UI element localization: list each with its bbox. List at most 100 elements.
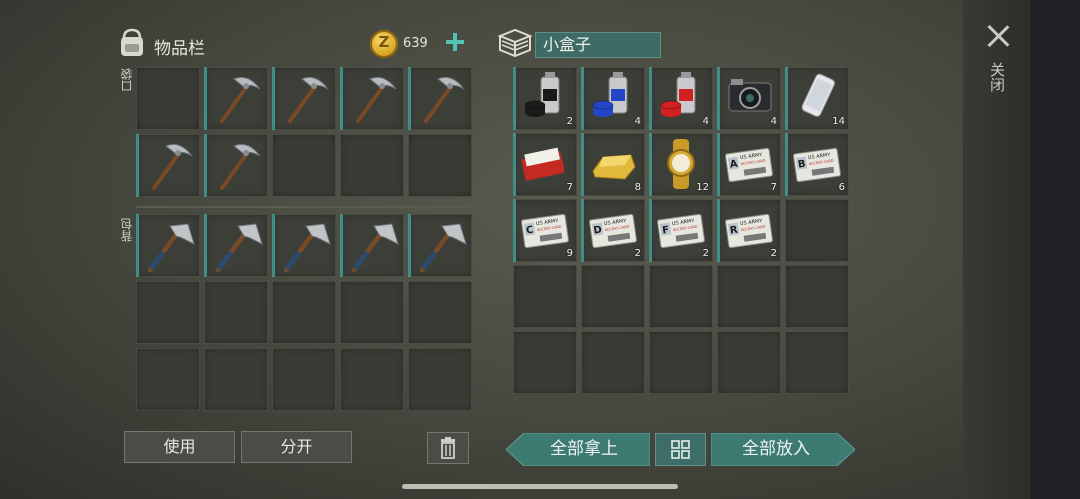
item-quantity: 2 xyxy=(634,248,641,259)
pickaxe-slot[interactable] xyxy=(340,67,404,130)
empty-slot[interactable] xyxy=(581,265,645,328)
empty-slot[interactable] xyxy=(136,67,200,130)
empty-slot[interactable] xyxy=(513,331,577,394)
id-card-slot[interactable]: C US ARMY ACCESS CARD 9 xyxy=(513,199,577,262)
empty-slot[interactable] xyxy=(649,331,713,394)
empty-slot[interactable] xyxy=(272,348,336,411)
container-title: 小盒子 xyxy=(535,32,661,58)
id-card-slot[interactable]: D US ARMY ACCESS CARD 2 xyxy=(581,199,645,262)
item-quantity: 4 xyxy=(770,116,777,127)
card-letter: C xyxy=(525,225,534,237)
hatchet-slot[interactable] xyxy=(340,214,404,277)
phone-slot[interactable]: 14 xyxy=(785,67,849,130)
split-button[interactable]: 分开 xyxy=(241,431,352,463)
empty-slot[interactable] xyxy=(785,331,849,394)
pickaxe-icon xyxy=(220,143,261,190)
hatchet-icon xyxy=(351,223,399,273)
item-quantity: 4 xyxy=(634,116,641,127)
empty-slot[interactable] xyxy=(785,265,849,328)
item-quantity: 14 xyxy=(832,116,845,127)
spray-black-slot[interactable]: 2 xyxy=(513,67,577,130)
put-all-label: 全部放入 xyxy=(742,439,810,459)
pickaxe-slot[interactable] xyxy=(408,67,472,130)
empty-slot[interactable] xyxy=(272,281,336,344)
sort-button[interactable] xyxy=(655,433,706,466)
pickaxe-slot[interactable] xyxy=(272,67,336,130)
item-quantity: 7 xyxy=(770,182,777,193)
item-quantity: 12 xyxy=(696,182,709,193)
gold-watch-slot[interactable]: 12 xyxy=(649,133,713,196)
grid-icon xyxy=(671,440,690,459)
box-icon xyxy=(497,28,533,58)
take-all-label: 全部拿上 xyxy=(550,439,618,459)
empty-slot[interactable] xyxy=(136,281,200,344)
hatchet-icon xyxy=(283,223,331,273)
hatchet-slot[interactable] xyxy=(272,214,336,277)
pickaxe-slot[interactable] xyxy=(204,67,268,130)
empty-slot[interactable] xyxy=(649,265,713,328)
empty-slot[interactable] xyxy=(340,348,404,411)
pickaxe-icon xyxy=(152,143,193,190)
backpack-label: 背包 xyxy=(120,218,134,242)
section-divider xyxy=(136,206,470,208)
pocket-label: 口袋 xyxy=(120,68,134,92)
cigarettes-slot[interactable]: 7 xyxy=(513,133,577,196)
id-card-slot[interactable]: R US ARMY ACCESS CARD 2 xyxy=(717,199,781,262)
spray-red-slot[interactable]: 4 xyxy=(649,67,713,130)
item-quantity: 6 xyxy=(838,182,845,193)
empty-slot[interactable] xyxy=(272,134,336,197)
empty-slot[interactable] xyxy=(717,331,781,394)
id-card-slot[interactable]: F US ARMY ACCESS CARD 2 xyxy=(649,199,713,262)
empty-slot[interactable] xyxy=(408,348,472,411)
empty-slot[interactable] xyxy=(408,134,472,197)
pickaxe-icon xyxy=(288,76,329,123)
spray-blue-slot[interactable]: 4 xyxy=(581,67,645,130)
pickaxe-slot[interactable] xyxy=(136,134,200,197)
item-quantity: 7 xyxy=(566,182,573,193)
item-quantity: 4 xyxy=(702,116,709,127)
use-button[interactable]: 使用 xyxy=(124,431,235,463)
hatchet-slot[interactable] xyxy=(204,214,268,277)
empty-slot[interactable] xyxy=(340,134,404,197)
id-card-slot[interactable]: B US ARMY ACCESS CARD 6 xyxy=(785,133,849,196)
empty-slot[interactable] xyxy=(136,348,200,411)
item-quantity: 2 xyxy=(770,248,777,259)
close-button[interactable] xyxy=(986,24,1010,48)
empty-slot[interactable] xyxy=(204,281,268,344)
camera-slot[interactable]: 4 xyxy=(717,67,781,130)
coin-icon: Z xyxy=(370,30,398,58)
trash-button[interactable] xyxy=(427,432,469,464)
hatchet-icon xyxy=(147,223,195,273)
empty-slot[interactable] xyxy=(513,265,577,328)
empty-slot[interactable] xyxy=(408,281,472,344)
coin-count: 639 xyxy=(403,36,428,51)
item-quantity: 2 xyxy=(702,248,709,259)
empty-slot[interactable] xyxy=(581,331,645,394)
id-card-slot[interactable]: A US ARMY ACCESS CARD 7 xyxy=(717,133,781,196)
card-letter: B xyxy=(797,159,806,171)
home-indicator xyxy=(402,484,678,489)
empty-slot[interactable] xyxy=(340,281,404,344)
add-coins-button[interactable] xyxy=(444,31,466,53)
empty-slot[interactable] xyxy=(204,348,268,411)
close-label: 关闭 xyxy=(988,62,1006,92)
hatchet-icon xyxy=(215,223,263,273)
item-quantity: 2 xyxy=(566,116,573,127)
item-quantity: 9 xyxy=(566,248,573,259)
trash-icon xyxy=(441,437,455,459)
card-letter: D xyxy=(593,225,603,237)
hatchet-icon xyxy=(419,223,467,273)
empty-slot[interactable] xyxy=(785,199,849,262)
empty-slot[interactable] xyxy=(717,265,781,328)
pickaxe-slot[interactable] xyxy=(204,134,268,197)
pickaxe-icon xyxy=(424,76,465,123)
inventory-title: 物品栏 xyxy=(154,39,205,59)
backpack-icon xyxy=(121,28,143,56)
hatchet-slot[interactable] xyxy=(136,214,200,277)
pickaxe-icon xyxy=(220,76,261,123)
gold-bar-slot[interactable]: 8 xyxy=(581,133,645,196)
pickaxe-icon xyxy=(356,76,397,123)
item-quantity: 8 xyxy=(634,182,641,193)
side-panel-edge xyxy=(1030,0,1080,499)
hatchet-slot[interactable] xyxy=(408,214,472,277)
